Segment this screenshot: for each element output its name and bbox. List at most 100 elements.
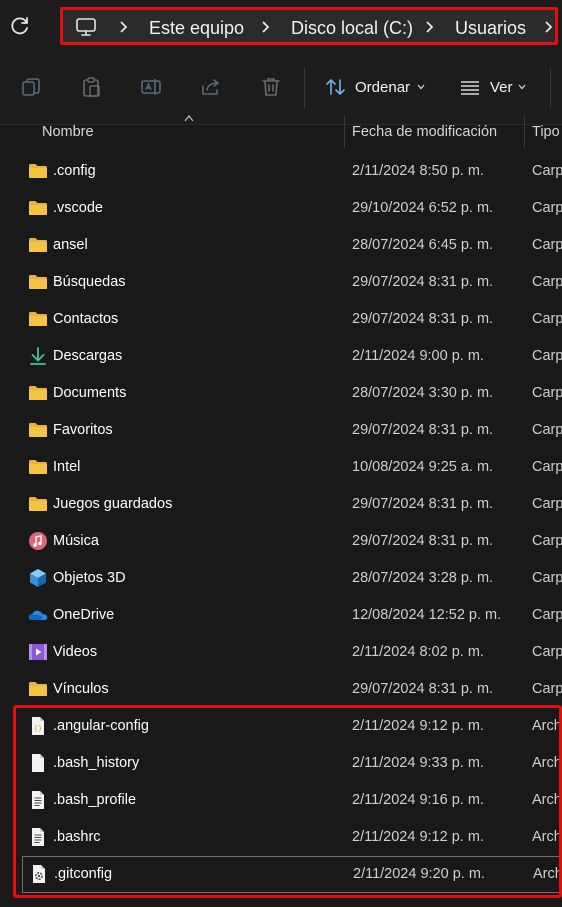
file-name: Favoritos <box>53 422 113 438</box>
breadcrumb[interactable]: Este equipo Disco local (C:) Usuarios <box>60 7 558 45</box>
file-date-modified: 28/07/2024 6:45 p. m. <box>352 237 494 253</box>
file-date-modified: 29/07/2024 8:31 p. m. <box>352 274 494 290</box>
computer-icon[interactable] <box>75 17 97 37</box>
file-name: Documents <box>53 385 127 401</box>
folder-icon <box>28 383 48 403</box>
folder-icon <box>28 235 48 255</box>
file-row[interactable]: Documents 28/07/2024 3:30 p. m. Carp <box>0 375 562 412</box>
file-row[interactable]: Contactos 29/07/2024 8:31 p. m. Carp <box>0 301 562 338</box>
view-button[interactable]: Ver <box>490 79 513 96</box>
copy-icon[interactable] <box>20 76 42 98</box>
file-row[interactable]: Juegos guardados 29/07/2024 8:31 p. m. Car… <box>0 486 562 523</box>
download-icon <box>28 346 48 366</box>
file-row[interactable]: Descargas 2/11/2024 9:00 p. m. Carp <box>0 338 562 375</box>
file-date-modified: 29/07/2024 8:31 p. m. <box>352 681 494 697</box>
file-name: OneDrive <box>53 607 115 623</box>
file-type: Arch <box>532 718 562 734</box>
file-row[interactable]: ansel 28/07/2024 6:45 p. m. Carp <box>0 227 562 264</box>
command-bar: Ordenar Ver <box>0 52 562 125</box>
file-type: Carp <box>532 459 562 475</box>
file-type: Carp <box>532 496 562 512</box>
sort-ascending-icon <box>184 115 194 122</box>
file-row[interactable]: Intel 10/08/2024 9:25 a. m. Carp <box>0 449 562 486</box>
file-date-modified: 28/07/2024 3:30 p. m. <box>352 385 494 401</box>
file-row[interactable]: Búsquedas 29/07/2024 8:31 p. m. Carp <box>0 264 562 301</box>
chevron-down-icon[interactable] <box>417 84 425 90</box>
chevron-right-icon[interactable] <box>118 19 128 35</box>
folder-icon <box>28 679 48 699</box>
file-type: Carp <box>532 422 562 438</box>
file-name: Intel <box>53 459 81 475</box>
file-type: Carp <box>532 570 562 586</box>
file-row[interactable]: Vínculos 29/07/2024 8:31 p. m. Carp <box>0 671 562 708</box>
file-row[interactable]: .gitconfig 2/11/2024 9:20 p. m. Arch <box>22 856 562 893</box>
paste-icon[interactable] <box>80 76 102 98</box>
file-row[interactable]: Videos 2/11/2024 8:02 p. m. Carp <box>0 634 562 671</box>
file-date-modified: 12/08/2024 12:52 p. m. <box>352 607 502 623</box>
breadcrumb-item-disco-local[interactable]: Disco local (C:) <box>291 18 413 39</box>
file-date-modified: 2/11/2024 8:50 p. m. <box>352 163 484 179</box>
cube-icon <box>28 568 48 588</box>
file-row[interactable]: .bash_history 2/11/2024 9:33 p. m. Arch <box>0 745 562 782</box>
refresh-icon[interactable] <box>8 14 32 38</box>
breadcrumb-item-usuarios[interactable]: Usuarios <box>455 18 526 39</box>
file-type: Carp <box>532 681 562 697</box>
file-date-modified: 29/10/2024 6:52 p. m. <box>352 200 494 216</box>
file-date-modified: 29/07/2024 8:31 p. m. <box>352 496 494 512</box>
file-icon <box>28 753 48 773</box>
file-type: Carp <box>532 348 562 364</box>
file-row[interactable]: .bashrc 2/11/2024 9:12 p. m. Arch <box>0 819 562 856</box>
sort-button[interactable]: Ordenar <box>355 79 410 96</box>
file-name: .bash_history <box>53 755 140 771</box>
file-date-modified: 2/11/2024 9:16 p. m. <box>352 792 484 808</box>
chevron-right-icon[interactable] <box>424 19 434 35</box>
folder-icon <box>28 272 48 292</box>
file-date-modified: 2/11/2024 9:12 p. m. <box>352 718 484 734</box>
column-name[interactable]: Nombre <box>42 124 94 140</box>
sort-icon[interactable] <box>325 76 347 98</box>
file-type: Arch <box>532 829 562 845</box>
file-row[interactable]: .bash_profile 2/11/2024 9:16 p. m. Arch <box>0 782 562 819</box>
rename-icon[interactable] <box>140 76 162 98</box>
file-date-modified: 2/11/2024 8:02 p. m. <box>352 644 484 660</box>
file-row[interactable]: Favoritos 29/07/2024 8:31 p. m. Carp <box>0 412 562 449</box>
column-divider[interactable] <box>524 116 525 148</box>
chevron-down-icon[interactable] <box>518 84 526 90</box>
file-name: Descargas <box>53 348 123 364</box>
file-row[interactable]: {} .angular-config 2/11/2024 9:12 p. m. Arc… <box>0 708 562 745</box>
share-icon[interactable] <box>200 76 222 98</box>
file-row[interactable]: .vscode 29/10/2024 6:52 p. m. Carp <box>0 190 562 227</box>
toolbar-divider <box>550 68 551 108</box>
folder-icon <box>28 198 48 218</box>
view-icon[interactable] <box>459 76 481 98</box>
column-date-modified[interactable]: Fecha de modificación <box>352 124 497 140</box>
folder-icon <box>28 494 48 514</box>
breadcrumb-item-este-equipo[interactable]: Este equipo <box>149 18 244 39</box>
file-date-modified: 29/07/2024 8:31 p. m. <box>352 422 494 438</box>
file-type: Carp <box>532 644 562 660</box>
file-type: Arch <box>533 866 562 882</box>
column-type[interactable]: Tipo <box>532 124 560 140</box>
file-date-modified: 2/11/2024 9:12 p. m. <box>352 829 484 845</box>
file-name: Búsquedas <box>53 274 126 290</box>
file-row[interactable]: .config 2/11/2024 8:50 p. m. Carp <box>0 153 562 190</box>
chevron-right-icon[interactable] <box>543 19 553 35</box>
file-date-modified: 10/08/2024 9:25 a. m. <box>352 459 494 475</box>
folder-icon <box>28 309 48 329</box>
text-file-icon <box>28 790 48 810</box>
file-row[interactable]: Objetos 3D 28/07/2024 3:28 p. m. Carp <box>0 560 562 597</box>
file-type: Carp <box>532 607 562 623</box>
file-type: Carp <box>532 274 562 290</box>
column-divider[interactable] <box>344 116 345 148</box>
file-row[interactable]: Música 29/07/2024 8:31 p. m. Carp <box>0 523 562 560</box>
folder-icon <box>28 457 48 477</box>
chevron-right-icon[interactable] <box>260 19 270 35</box>
file-type: Carp <box>532 533 562 549</box>
file-name: Videos <box>53 644 98 660</box>
file-name: .gitconfig <box>54 866 113 882</box>
file-type: Carp <box>532 311 562 327</box>
file-type: Arch <box>532 792 562 808</box>
delete-icon[interactable] <box>260 76 282 98</box>
text-file-icon <box>28 827 48 847</box>
file-row[interactable]: OneDrive 12/08/2024 12:52 p. m. Carp <box>0 597 562 634</box>
